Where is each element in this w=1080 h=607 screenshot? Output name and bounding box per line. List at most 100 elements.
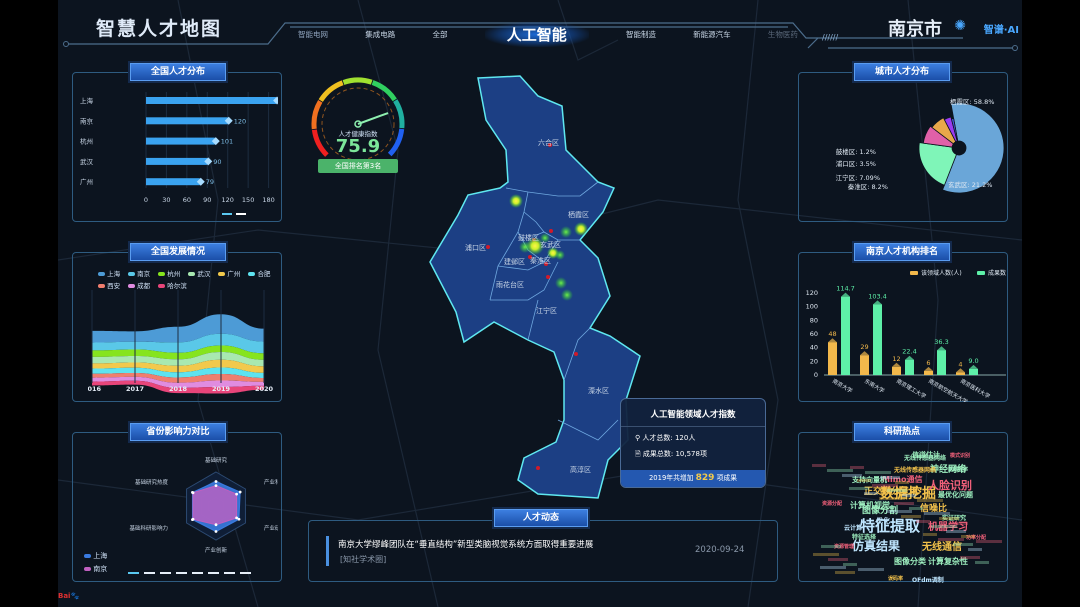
- district-label[interactable]: 雨花台区: [496, 280, 524, 290]
- hotspot-word-small: [939, 517, 959, 520]
- dashboard: 智慧人才地图 ////// 智能电网 集成电路 全部 人工智能 智能制造 新能源…: [58, 0, 1022, 607]
- hotspot-word-small: [865, 471, 891, 474]
- bar: [841, 296, 850, 375]
- district-label[interactable]: 秦淮区: [530, 256, 551, 266]
- hotspot-word-small: [827, 469, 853, 472]
- hotspot-word-small: [923, 533, 937, 536]
- news-headline[interactable]: 南京大学缪峰团队在“垂直结构”新型类脑视觉系统方面取得重要进展: [338, 538, 593, 550]
- hotspot-word[interactable]: 资源分配: [822, 500, 842, 507]
- hotspot-word-small: [975, 561, 989, 564]
- district-label[interactable]: 玄武区: [540, 240, 561, 250]
- pie-label: 江宁区: 7.09%: [836, 173, 880, 182]
- y-tick-label: 20: [810, 357, 818, 365]
- bar: [828, 342, 837, 375]
- bar: [892, 366, 901, 375]
- talent-icon: ⚲: [635, 434, 641, 442]
- hotspot-word-small: [938, 538, 964, 541]
- bar-value: 103.4: [868, 292, 887, 300]
- bar-cap: [969, 364, 978, 369]
- document-icon: 🗎: [635, 450, 641, 458]
- district-label[interactable]: 江宁区: [536, 306, 557, 316]
- hotspot-word[interactable]: 计算机视觉: [850, 500, 890, 511]
- bar-value: 9.0: [968, 357, 978, 365]
- hotspot-word[interactable]: 特征选择: [852, 532, 876, 541]
- hotspot-word-small: [924, 512, 950, 515]
- pie-label: 玄武区: 21.2%: [948, 180, 992, 189]
- district-label[interactable]: 高淳区: [570, 465, 591, 475]
- hotspot-word[interactable]: 能源效率: [948, 466, 968, 473]
- news-accent-bar: [326, 536, 329, 566]
- hotspot-word[interactable]: 无线传感器网络: [904, 453, 946, 462]
- bar: [873, 304, 882, 375]
- bar: [860, 355, 869, 375]
- bar-cap: [828, 338, 837, 343]
- panel-title: 人才动态: [492, 507, 590, 529]
- bar: [969, 368, 978, 375]
- hotspot-word-small: [835, 571, 855, 574]
- y-tick-label: 80: [810, 316, 818, 324]
- bar-value: 22.4: [902, 348, 916, 356]
- hotspot-word-small: [961, 535, 975, 538]
- hotspot-word[interactable]: 图像分类: [894, 556, 926, 567]
- y-tick-label: 60: [810, 330, 818, 338]
- result-total: 🗎 成果总数: 10,578项: [635, 450, 707, 458]
- hotspot-word-small: [872, 484, 898, 487]
- pie-label: 鼓楼区: 1.2%: [836, 147, 876, 156]
- hotspot-word-small: [902, 494, 916, 497]
- bar-value: 48: [828, 330, 836, 338]
- hotspot-word[interactable]: 优化: [876, 516, 890, 526]
- legend-swatch: [910, 271, 918, 275]
- hotspot-word-small: [909, 507, 923, 510]
- hotspot-word-small: [812, 464, 826, 467]
- hotspot-word[interactable]: OFdm调制: [912, 575, 944, 584]
- bar: [956, 372, 965, 375]
- word-cloud: 特征提取 数据挖掘 仿真结果 人脸识别 机器学习 无线通信 正交频分复用 神经网络 图像分割 计算…: [800, 440, 1006, 584]
- hotspot-word-small: [917, 499, 943, 502]
- ai-talent-index-popup: 人工智能领域人才指数 ⚲ 人才总数: 120人 🗎 成果总数: 10,578项 …: [620, 398, 766, 488]
- hotspot-word[interactable]: 无线传感器网络: [894, 465, 936, 474]
- x-tick-label: 南京理工大学: [895, 377, 928, 401]
- legend-label: 成果数量(百): [988, 269, 1006, 277]
- popup-footer: 2019年共增加 829 项成果: [621, 470, 765, 487]
- bar-cap: [892, 362, 901, 367]
- bar-value: 6: [926, 359, 930, 367]
- district-label[interactable]: 栖霞区: [568, 210, 589, 220]
- bar-value: 12: [892, 355, 900, 363]
- news-date: 2020-09-24: [695, 545, 745, 555]
- hotspot-word-small: [894, 502, 914, 505]
- district-label[interactable]: 鼓楼区: [518, 233, 539, 243]
- hotspot-word-small: [828, 558, 848, 561]
- hotspot-word-small: [857, 479, 871, 482]
- bar-cap: [905, 355, 914, 360]
- district-label[interactable]: 建邺区: [504, 257, 525, 267]
- bar-cap: [860, 351, 869, 356]
- district-label[interactable]: 六合区: [538, 138, 559, 148]
- district-label[interactable]: 浦口区: [465, 243, 486, 253]
- hotspot-word[interactable]: 最优化问题: [938, 490, 973, 500]
- x-tick-label: 东南大学: [863, 377, 886, 395]
- district-label[interactable]: 溧水区: [588, 386, 609, 396]
- hotspot-word-small: [901, 515, 921, 518]
- hotspot-word[interactable]: 云计算: [844, 523, 862, 532]
- bar-cap: [937, 346, 946, 351]
- y-tick-label: 0: [814, 371, 818, 379]
- hotspot-word[interactable]: 误码率: [888, 575, 903, 582]
- hotspot-word-small: [879, 497, 905, 500]
- bar-value: 29: [860, 343, 868, 351]
- hotspot-word-small: [821, 545, 841, 548]
- pie-label: 秦淮区: 8.2%: [848, 182, 888, 191]
- hotspot-word-small: [968, 548, 982, 551]
- bar-cap: [956, 368, 965, 373]
- hotspot-word-small: [916, 520, 930, 523]
- hotspot-word-small: [813, 553, 839, 556]
- hotspot-word-small: [895, 481, 909, 484]
- institution-ranking-chart: 该领域人数(人) 成果数量(百) 0 20 40 60 80 100 120 48 114.7 南京大…: [806, 269, 1006, 402]
- panel-title: 南京人才机构排名: [852, 241, 952, 263]
- pie-label: 栖霞区: 58.8%: [950, 97, 994, 106]
- hotspot-word-small: [887, 489, 907, 492]
- hotspot-word-small: [946, 530, 966, 533]
- legend-label: 该领域人数(人): [921, 269, 962, 277]
- bar: [937, 350, 946, 375]
- bar-cap: [841, 292, 850, 297]
- hotspot-word[interactable]: 模式识别: [950, 452, 970, 459]
